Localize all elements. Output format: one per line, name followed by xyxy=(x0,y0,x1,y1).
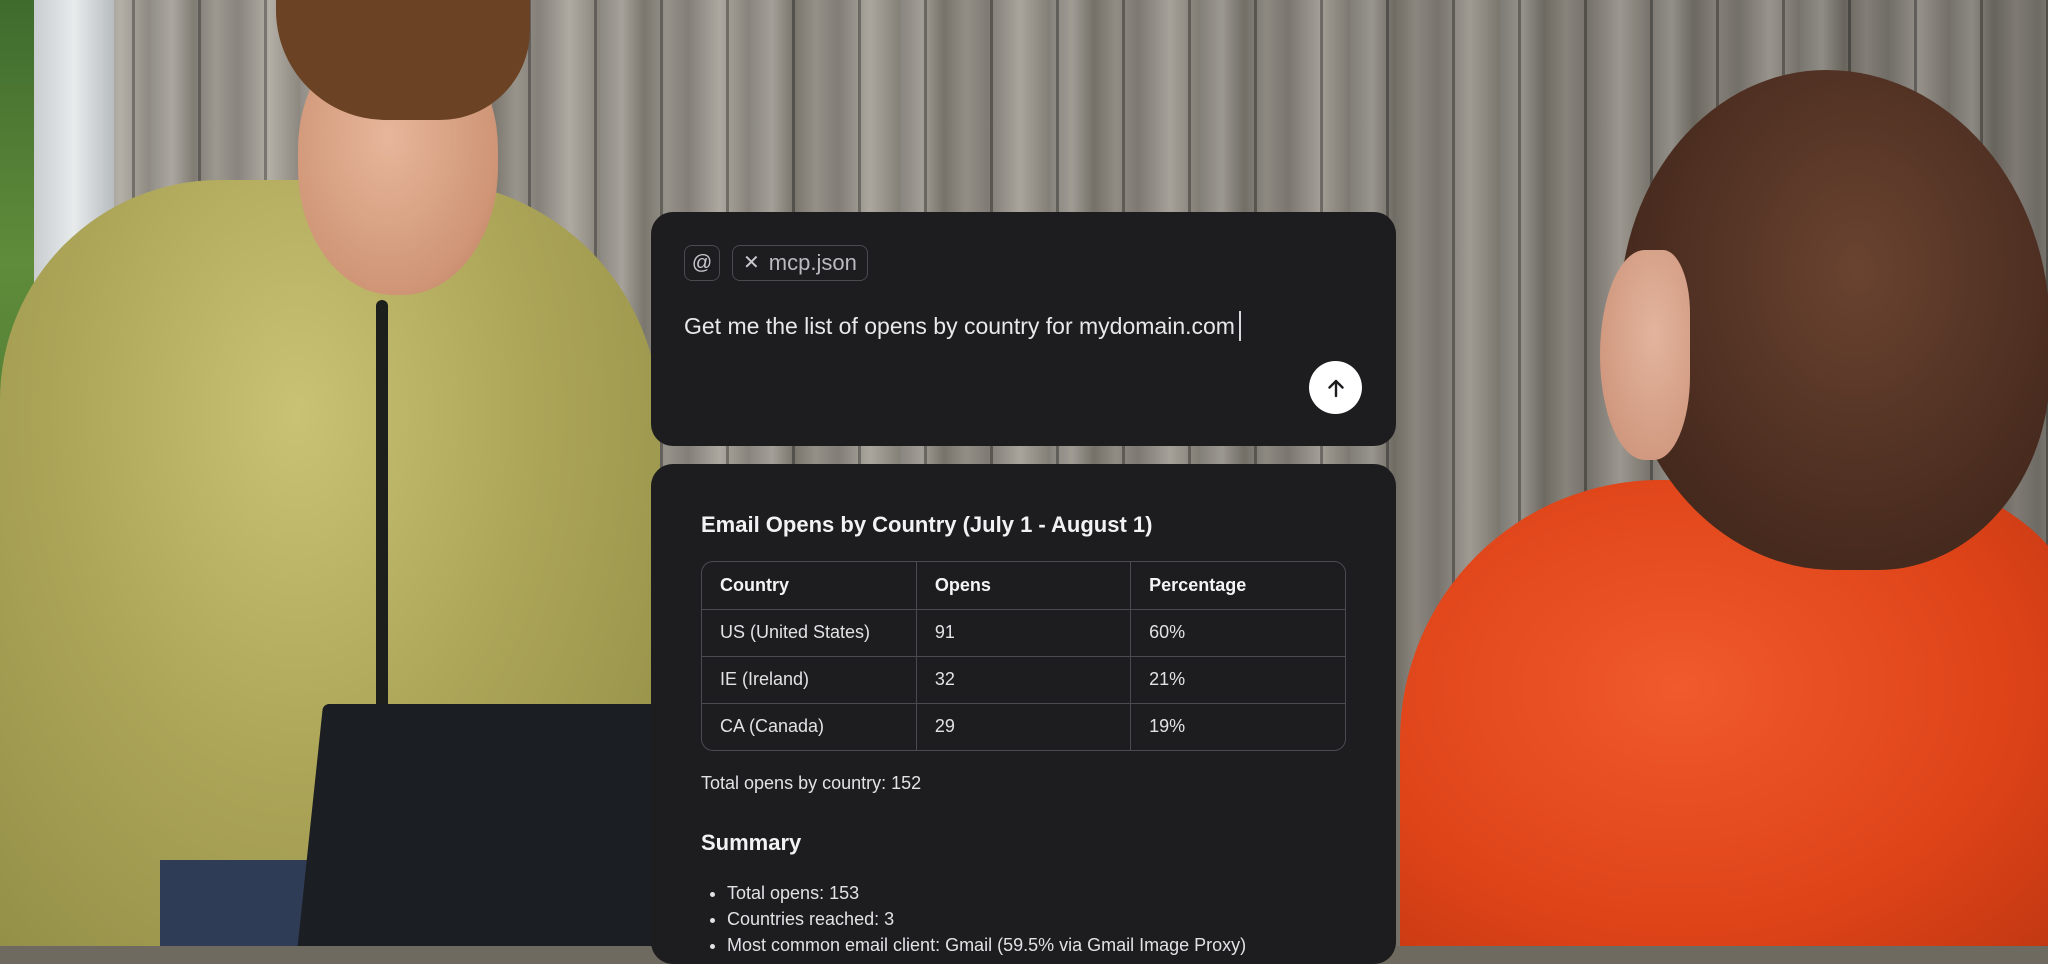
mention-button[interactable]: @ xyxy=(684,245,720,281)
table-cell: 91 xyxy=(916,609,1132,657)
attachment-chip[interactable]: ✕ mcp.json xyxy=(732,245,868,281)
total-opens-line: Total opens by country: 152 xyxy=(701,773,922,793)
column-header-opens: Opens xyxy=(916,562,1132,610)
table-cell: 19% xyxy=(1149,716,1186,737)
table-cell: IE (Ireland) xyxy=(702,656,917,704)
prompt-text: Get me the list of opens by country for … xyxy=(684,313,1235,339)
table-row: CA (Canada) 29 19% xyxy=(702,703,1345,750)
attachment-filename: mcp.json xyxy=(768,250,857,275)
send-button[interactable] xyxy=(1309,361,1362,414)
prompt-input[interactable]: Get me the list of opens by country for … xyxy=(684,311,1241,341)
opens-table: Country Opens Percentage US (United Stat… xyxy=(701,561,1346,751)
column-header-country: Country xyxy=(702,562,917,610)
table-header-row: Country Opens Percentage xyxy=(702,562,1345,610)
list-item: Most common email client: Gmail (59.5% v… xyxy=(727,932,1246,958)
arrow-up-icon xyxy=(1327,379,1344,397)
text-caret xyxy=(1238,311,1241,341)
woman-face xyxy=(1600,250,1690,460)
prompt-input-card: @ ✕ mcp.json Get me the list of opens by… xyxy=(651,212,1396,446)
list-item: Total opens: 153 xyxy=(727,880,1246,906)
table-cell: CA (Canada) xyxy=(702,703,917,750)
table-row: US (United States) 91 60% xyxy=(702,609,1345,657)
summary-heading: Summary xyxy=(701,830,802,855)
table-cell: 60% xyxy=(1130,609,1345,657)
table-cell: 32 xyxy=(916,656,1132,704)
list-item: Countries reached: 3 xyxy=(727,906,1246,932)
table-cell: US (United States) xyxy=(702,609,917,657)
response-title: Email Opens by Country (July 1 - August … xyxy=(701,512,1153,537)
close-icon[interactable]: ✕ xyxy=(743,253,760,273)
at-icon: @ xyxy=(691,251,713,274)
jacket-zipper xyxy=(376,300,388,720)
summary-list: Total opens: 153 Countries reached: 3 Mo… xyxy=(701,880,1246,958)
table-row: IE (Ireland) 32 21% xyxy=(702,656,1345,704)
response-card: Email Opens by Country (July 1 - August … xyxy=(651,464,1396,964)
context-chips: @ ✕ mcp.json xyxy=(684,245,868,281)
table-cell: 29 xyxy=(916,703,1132,750)
laptop xyxy=(296,704,684,946)
table-cell: 21% xyxy=(1130,656,1345,704)
column-header-percentage: Percentage xyxy=(1130,562,1345,610)
